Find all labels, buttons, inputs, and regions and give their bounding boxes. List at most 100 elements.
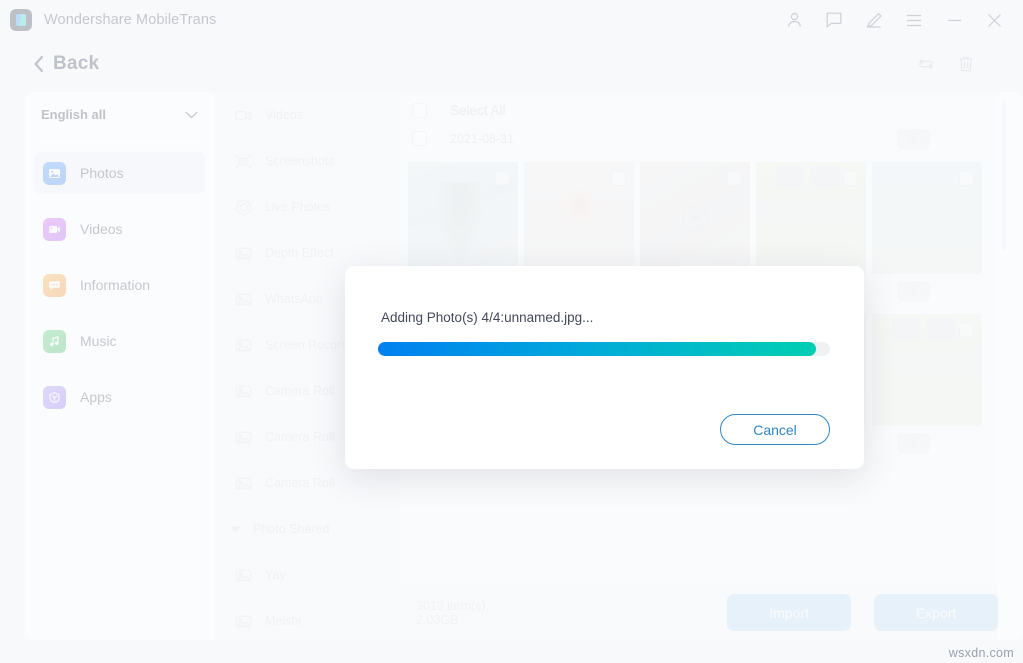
photo-icon — [235, 475, 252, 492]
category-item-label: Camera Roll — [265, 384, 335, 398]
sidebar-item-label: Music — [80, 333, 117, 349]
thumbnail-checkbox[interactable] — [495, 171, 510, 186]
feedback-icon[interactable] — [821, 7, 847, 33]
live-photo-icon — [235, 199, 252, 216]
category-item-photo-shared[interactable]: Photo Shared — [214, 506, 400, 552]
sidebar-item-music[interactable]: Music — [34, 320, 205, 362]
photo-icon — [235, 337, 252, 354]
edit-pen-icon[interactable] — [861, 7, 887, 33]
photo-icon — [235, 613, 252, 630]
category-item-videos[interactable]: Videos — [214, 92, 400, 138]
menu-icon[interactable] — [901, 7, 927, 33]
thumb-flowers[interactable] — [524, 162, 634, 274]
minimize-icon[interactable] — [941, 7, 967, 33]
photo-icon — [235, 429, 252, 446]
export-button[interactable]: Export — [874, 594, 998, 631]
music-icon — [43, 329, 66, 353]
select-all-label: Select All — [450, 102, 506, 118]
select-all-row: Select All — [400, 92, 998, 122]
delete-icon[interactable] — [957, 55, 975, 73]
thumb-video[interactable] — [640, 162, 750, 274]
sidebar-item-label: Information — [80, 277, 151, 293]
thumb-field-2[interactable] — [872, 314, 982, 426]
thumb-person[interactable] — [408, 162, 518, 274]
sidebar-item-apps[interactable]: Apps — [34, 376, 205, 418]
thumb-palms[interactable] — [872, 162, 982, 274]
date-group-label: 2021-08-31 — [450, 131, 514, 146]
progress-dialog: Adding Photo(s) 4/4:unnamed.jpg... Cance… — [345, 266, 864, 469]
photo-icon — [235, 567, 252, 584]
progress-bar-track — [378, 342, 830, 356]
videos-icon — [43, 217, 66, 241]
category-item-label: Screenshots — [265, 154, 335, 168]
thumbnail-checkbox[interactable] — [611, 171, 626, 186]
sidebar-item-label: Apps — [80, 389, 112, 405]
information-icon — [43, 273, 66, 297]
title-bar-actions — [781, 7, 1023, 33]
category-item-live-photos[interactable]: Live Photos — [214, 184, 400, 230]
import-button[interactable]: Import — [727, 594, 852, 631]
thumbnail-checkbox[interactable] — [959, 323, 974, 338]
chevron-down-icon — [185, 111, 198, 119]
close-icon[interactable] — [981, 7, 1007, 33]
photo-icon — [235, 291, 252, 308]
category-item-meishi[interactable]: Meishi — [214, 598, 400, 640]
app-title: Wondershare MobileTrans — [44, 12, 217, 28]
video-camera-icon — [235, 107, 252, 124]
thumbnail-row — [400, 156, 998, 274]
date-group-checkbox[interactable] — [412, 131, 427, 146]
bottom-bar: 3013 item(s), 2.03GB Import Export — [400, 585, 998, 640]
category-item-label: Live Photos — [265, 200, 331, 214]
play-icon — [682, 205, 708, 231]
chevron-left-icon — [33, 55, 44, 73]
watermark: wsxdn.com — [948, 646, 1014, 660]
scrollbar-thumb[interactable] — [1002, 100, 1006, 250]
progress-bar-fill — [378, 342, 817, 356]
date-group-count: 5 — [897, 128, 930, 149]
sidebar-item-label: Photos — [80, 165, 124, 181]
back-bar: Back — [0, 40, 1023, 88]
thumbnail-checkbox[interactable] — [959, 171, 974, 186]
category-item-label: Yay — [265, 568, 286, 582]
item-summary: 3013 item(s), 2.03GB — [416, 598, 489, 627]
chevron-down-icon — [230, 525, 244, 533]
refresh-icon[interactable] — [917, 55, 935, 73]
sidebar-item-information[interactable]: Information — [34, 264, 205, 306]
category-item-label: Depth Effect — [265, 246, 334, 260]
apps-icon — [43, 385, 66, 409]
select-all-checkbox[interactable] — [412, 102, 427, 118]
account-icon[interactable] — [781, 7, 807, 33]
content-toolbar — [917, 55, 1023, 73]
category-group-label: Photo Shared — [253, 522, 330, 536]
app-window: Wondershare MobileTrans Back English all… — [0, 0, 1023, 663]
date-group-count: 9 — [897, 280, 930, 301]
cancel-button[interactable]: Cancel — [720, 414, 830, 445]
app-logo-icon — [10, 9, 32, 31]
photo-icon — [235, 383, 252, 400]
progress-message: Adding Photo(s) 4/4:unnamed.jpg... — [381, 310, 594, 325]
category-item-label: Camera Roll — [265, 476, 335, 490]
sidebar: English all Photos Videos Information Music… — [25, 92, 214, 640]
back-button[interactable]: Back — [33, 53, 99, 75]
app-logo-glyph — [16, 14, 26, 26]
photo-icon — [235, 245, 252, 262]
title-bar: Wondershare MobileTrans — [0, 0, 1023, 40]
sidebar-item-photos[interactable]: Photos — [34, 152, 205, 194]
sidebar-nav: Photos Videos Information Music Apps — [25, 138, 214, 418]
thumbnail-checkbox[interactable] — [843, 171, 858, 186]
language-label: English all — [41, 107, 107, 122]
back-label: Back — [53, 53, 100, 74]
sidebar-item-videos[interactable]: Videos — [34, 208, 205, 250]
category-item-label: Meishi — [265, 614, 302, 628]
thumbnail-checkbox[interactable] — [727, 171, 742, 186]
category-item-label: Camera Roll — [265, 430, 335, 444]
screenshot-icon — [235, 153, 252, 170]
sidebar-item-label: Videos — [80, 221, 123, 237]
thumb-field[interactable] — [756, 162, 866, 274]
category-item-label: WhatsApp — [265, 292, 323, 306]
category-item-label: Videos — [265, 108, 303, 122]
category-item-yay[interactable]: Yay — [214, 552, 400, 598]
category-item-screenshots[interactable]: Screenshots — [214, 138, 400, 184]
date-group-count: 3 — [897, 432, 930, 453]
language-select[interactable]: English all — [41, 92, 198, 138]
